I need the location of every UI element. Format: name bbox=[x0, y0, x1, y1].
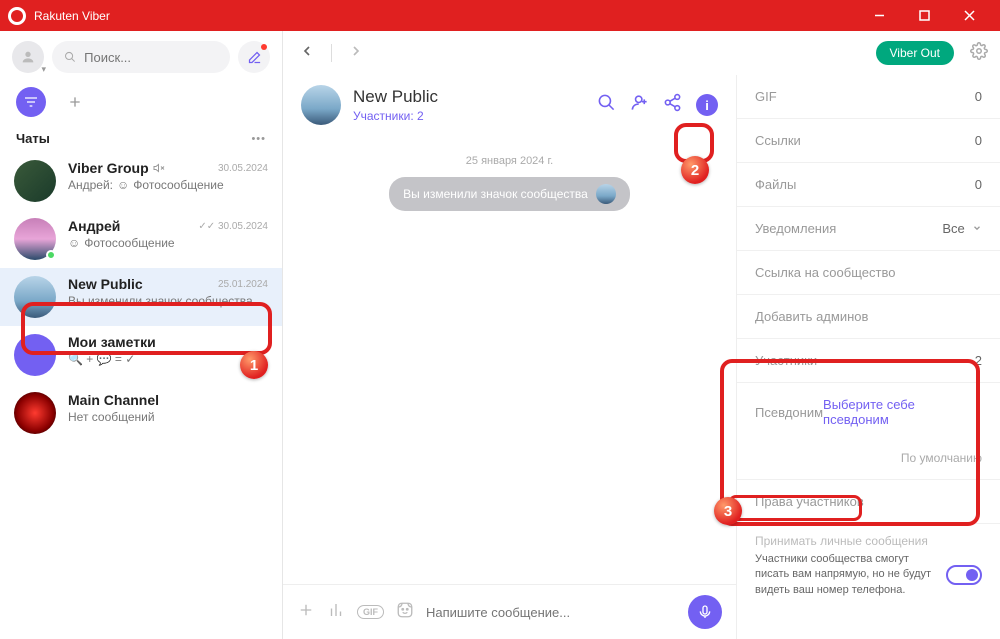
maximize-button[interactable] bbox=[902, 0, 947, 31]
chat-list: Viber Group30.05.2024 Андрей: ☺ Фотосооб… bbox=[0, 152, 282, 639]
search-input[interactable] bbox=[84, 50, 218, 65]
chat-pane: New Public Участники: 2 i 25 января 2024… bbox=[283, 75, 737, 639]
date-separator: 25 января 2024 г. bbox=[466, 155, 553, 167]
profile-button[interactable] bbox=[12, 41, 44, 73]
notification-dot-icon bbox=[261, 44, 267, 50]
chat-item[interactable]: New Public25.01.2024 Вы изменили значок … bbox=[0, 268, 282, 326]
chat-date: 25.01.2024 bbox=[218, 279, 268, 290]
annotation-badge: 1 bbox=[240, 351, 268, 379]
info-alias-default: По умолчанию bbox=[737, 441, 1000, 480]
read-status-icon: ✓✓ bbox=[198, 221, 215, 232]
viber-out-button[interactable]: Viber Out bbox=[876, 41, 954, 65]
add-button[interactable] bbox=[60, 87, 90, 117]
chat-members-link[interactable]: Участники: 2 bbox=[353, 109, 585, 123]
chat-title: Viber Group bbox=[68, 160, 149, 176]
app-body: Чаты ••• Viber Group30.05.2024 Андрей: ☺… bbox=[0, 31, 1000, 639]
settings-button[interactable] bbox=[970, 42, 988, 65]
chat-avatar bbox=[14, 276, 56, 318]
mini-avatar-icon bbox=[596, 184, 616, 204]
info-links-row[interactable]: Ссылки0 bbox=[737, 119, 1000, 163]
chat-title: Мои заметки bbox=[68, 334, 156, 350]
info-rights-row[interactable]: Права участников bbox=[737, 480, 1000, 524]
direct-messages-toggle[interactable] bbox=[946, 565, 982, 585]
minimize-button[interactable] bbox=[857, 0, 902, 31]
chat-avatar bbox=[14, 392, 56, 434]
online-dot-icon bbox=[46, 250, 56, 260]
chat-search-button[interactable] bbox=[597, 93, 616, 117]
add-member-button[interactable] bbox=[630, 93, 649, 117]
info-notifications-row[interactable]: УведомленияВсе bbox=[737, 207, 1000, 251]
info-add-admins-row[interactable]: Добавить админов bbox=[737, 295, 1000, 339]
chat-name: New Public bbox=[353, 87, 585, 107]
chat-title: Main Channel bbox=[68, 392, 159, 408]
chat-avatar bbox=[14, 218, 56, 260]
sticker-button[interactable] bbox=[396, 601, 414, 624]
chat-date: 30.05.2024 bbox=[218, 163, 268, 174]
voice-message-button[interactable] bbox=[688, 595, 722, 629]
poll-button[interactable] bbox=[327, 601, 345, 624]
main-area: Viber Out New Public Участники: 2 i bbox=[283, 31, 1000, 639]
viber-logo-icon bbox=[8, 7, 26, 25]
chat-header-avatar[interactable] bbox=[301, 85, 341, 125]
smiley-icon: ☺ bbox=[68, 236, 80, 250]
gif-button[interactable]: GIF bbox=[357, 605, 384, 619]
system-message: Вы изменили значок сообщества bbox=[389, 177, 630, 211]
chat-item[interactable]: Viber Group30.05.2024 Андрей: ☺ Фотосооб… bbox=[0, 152, 282, 210]
info-participants-row[interactable]: Участники2 bbox=[737, 339, 1000, 383]
window-title: Rakuten Viber bbox=[34, 9, 857, 23]
nav-back-button[interactable] bbox=[295, 39, 319, 68]
filter-all-button[interactable] bbox=[16, 87, 46, 117]
chat-title: New Public bbox=[68, 276, 143, 292]
close-button[interactable] bbox=[947, 0, 992, 31]
attach-button[interactable] bbox=[297, 601, 315, 624]
chevron-down-icon bbox=[972, 223, 982, 233]
chat-item[interactable]: Main Channel Нет сообщений bbox=[0, 384, 282, 442]
chats-more-button[interactable]: ••• bbox=[251, 133, 266, 145]
chat-avatar bbox=[14, 334, 56, 376]
info-direct-messages-row: Принимать личные сообщения Участники соо… bbox=[737, 524, 1000, 608]
info-files-row[interactable]: Файлы0 bbox=[737, 163, 1000, 207]
info-alias-row[interactable]: ПсевдонимВыберите себе псевдоним bbox=[737, 383, 1000, 441]
info-gif-row[interactable]: GIF0 bbox=[737, 75, 1000, 119]
sidebar: Чаты ••• Viber Group30.05.2024 Андрей: ☺… bbox=[0, 31, 283, 639]
chat-info-button[interactable]: i bbox=[696, 94, 718, 116]
annotation-badge: 3 bbox=[714, 497, 742, 525]
annotation-badge: 2 bbox=[681, 156, 709, 184]
chat-item[interactable]: Андрей✓✓ 30.05.2024 ☺ Фотосообщение bbox=[0, 210, 282, 268]
search-icon bbox=[64, 50, 76, 64]
info-pane: GIF0 Ссылки0 Файлы0 УведомленияВсе Ссылк… bbox=[737, 75, 1000, 639]
muted-icon bbox=[153, 162, 165, 174]
nav-forward-button[interactable] bbox=[344, 39, 368, 68]
chat-title: Андрей bbox=[68, 218, 120, 234]
chat-item[interactable]: Мои заметки 🔍 + 💬 = ✓ bbox=[0, 326, 282, 384]
chat-date: 30.05.2024 bbox=[218, 221, 268, 232]
compose-button[interactable] bbox=[238, 41, 270, 73]
info-community-link-row[interactable]: Ссылка на сообщество bbox=[737, 251, 1000, 295]
titlebar: Rakuten Viber bbox=[0, 0, 1000, 31]
smiley-icon: ☺ bbox=[117, 178, 129, 192]
share-button[interactable] bbox=[663, 93, 682, 117]
search-input-wrapper[interactable] bbox=[52, 41, 230, 73]
chat-avatar bbox=[14, 160, 56, 202]
message-input[interactable] bbox=[426, 605, 676, 620]
chats-heading: Чаты bbox=[16, 131, 50, 146]
